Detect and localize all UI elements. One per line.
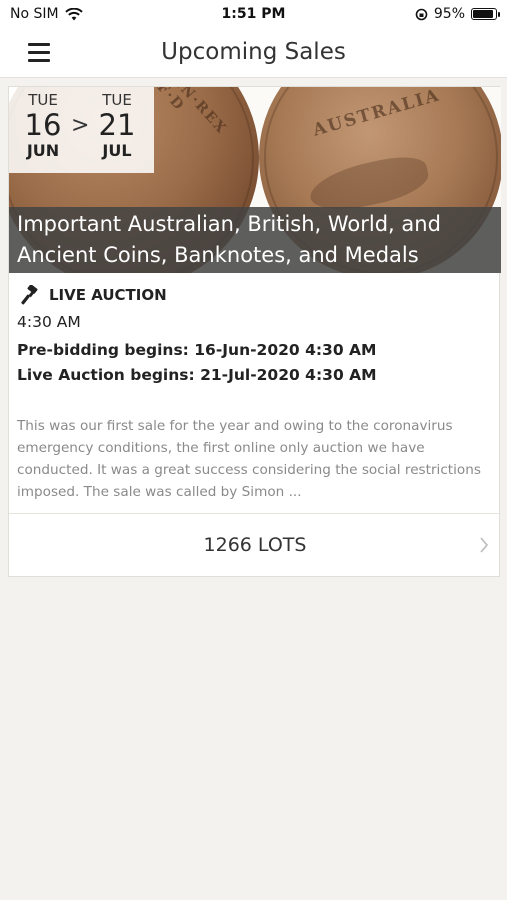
nav-bar: Upcoming Sales — [0, 30, 507, 78]
start-month: JUN — [26, 141, 60, 160]
sale-card[interactable]: MN·REX F·D AUSTRALIA TUE 16 JUN > TUE 21… — [8, 86, 501, 577]
battery-percent: 95% — [433, 6, 465, 22]
gavel-icon — [21, 285, 38, 305]
end-month: JUL — [102, 141, 132, 160]
date-separator: > — [71, 113, 90, 138]
start-date: TUE 16 JUN — [17, 91, 69, 160]
page-title: Upcoming Sales — [161, 39, 346, 65]
sale-time: 4:30 AM — [17, 313, 81, 331]
end-day: 21 — [98, 108, 136, 142]
sale-title[interactable]: Important Australian, British, World, an… — [9, 207, 501, 273]
status-right: 95% — [415, 6, 500, 22]
auction-type-label: LIVE AUCTION — [49, 286, 167, 304]
pre-bidding-date: Pre-bidding begins: 16-Jun-2020 4:30 AM — [17, 341, 377, 359]
sale-image[interactable]: MN·REX F·D AUSTRALIA TUE 16 JUN > TUE 21… — [9, 87, 501, 273]
battery-icon — [471, 8, 500, 20]
start-weekday: TUE — [28, 91, 58, 109]
battery-level — [473, 10, 493, 18]
sale-description: This was our first sale for the year and… — [17, 418, 481, 500]
start-day: 16 — [24, 108, 62, 142]
orientation-lock-icon — [415, 8, 428, 20]
status-bar: No SIM 1:51 PM 95% — [0, 0, 507, 30]
sale-date-range: TUE 16 JUN > TUE 21 JUL — [9, 87, 154, 173]
live-auction-date: Live Auction begins: 21-Jul-2020 4:30 AM — [17, 366, 377, 384]
chevron-right-icon — [480, 537, 489, 553]
end-date: TUE 21 JUL — [91, 91, 143, 160]
end-weekday: TUE — [102, 91, 132, 109]
lots-count: 1266 LOTS — [203, 534, 307, 556]
lots-button[interactable]: 1266 LOTS — [9, 513, 501, 577]
auction-type: LIVE AUCTION — [21, 285, 167, 305]
